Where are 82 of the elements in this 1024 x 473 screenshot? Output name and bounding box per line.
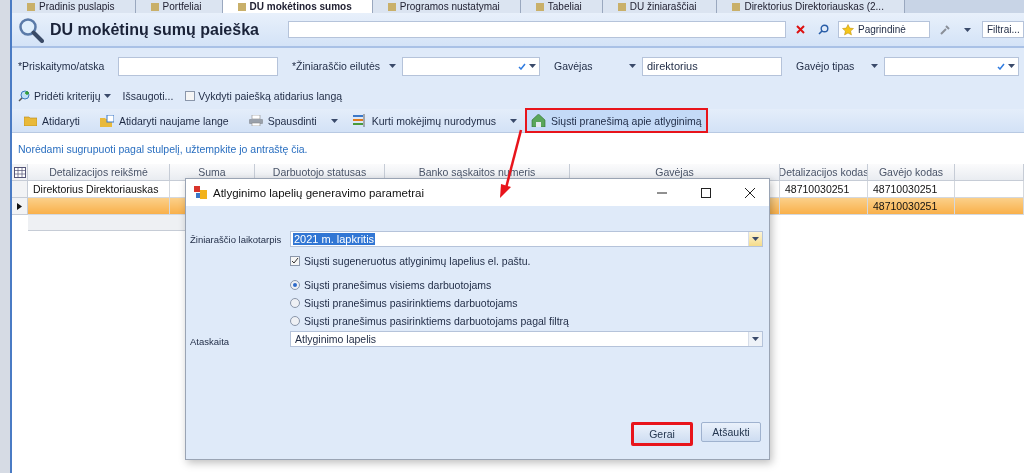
- dropdown-caret-icon[interactable]: [510, 118, 517, 123]
- minimize-icon: [657, 191, 667, 194]
- report-dropdown[interactable]: Atlyginimo lapelis: [290, 330, 763, 347]
- close-icon: [796, 25, 805, 34]
- input-field[interactable]: [118, 56, 278, 76]
- close-icon: [745, 187, 755, 198]
- email-checkbox[interactable]: Siųsti sugeneruotus atlyginimų lapelius el. paštu.: [290, 252, 763, 270]
- criterion-label[interactable]: Gavėjas: [554, 60, 642, 72]
- star-icon: [842, 23, 854, 36]
- table-cell: 48710030251: [868, 198, 955, 215]
- folder-window-icon: [99, 114, 114, 127]
- document-tab[interactable]: Tabeliai: [520, 0, 603, 13]
- caret-icon: [871, 64, 878, 68]
- payment-list-icon: [351, 114, 367, 127]
- column-header[interactable]: Detalizacijos reikšmė: [28, 164, 170, 181]
- caret-icon: [752, 336, 759, 341]
- filter-field[interactable]: Filtrai...: [982, 21, 1024, 38]
- search-field[interactable]: [288, 21, 786, 38]
- recipient-radio[interactable]: Siųsti pranešimus pasirinktiems darbuotojams: [290, 294, 518, 312]
- criterion-label[interactable]: *Priskaitymo/atska: [18, 60, 118, 72]
- add-criterion-button[interactable]: Pridėti kriterijų: [18, 90, 111, 102]
- app-icon: [194, 186, 207, 199]
- search-icon: [18, 16, 44, 43]
- criterion-label[interactable]: Gavėjo tipas: [796, 60, 884, 72]
- combo-field[interactable]: [402, 56, 540, 76]
- search-icon: [818, 24, 829, 35]
- house-icon: [531, 114, 546, 127]
- caret-icon: [964, 27, 971, 32]
- caret-icon: [103, 94, 111, 98]
- period-dropdown[interactable]: 2021 m. lapkritis: [290, 231, 763, 247]
- document-icon: [616, 2, 627, 11]
- toolbar-button[interactable]: Atidaryti naujame lange: [93, 110, 235, 131]
- table-cell: [955, 198, 1024, 215]
- column-header[interactable]: Gavėjo kodas: [868, 164, 955, 181]
- checkmark-icon: [518, 62, 526, 70]
- dialog-button[interactable]: Gerai: [631, 422, 693, 446]
- run-on-open-checkbox[interactable]: Vykdyti paiešką atidarius langą: [185, 90, 343, 102]
- toolbar-button[interactable]: Siųsti pranešimą apie atlyginimą: [525, 108, 708, 133]
- checkmark-icon: [997, 62, 1005, 70]
- field-label: Žiniaraščio laikotarpis: [190, 233, 283, 245]
- dialog-title: Atlyginimo lapelių generavimo parametrai: [213, 186, 425, 199]
- document-icon: [149, 2, 160, 11]
- checkmark-icon: [291, 257, 299, 265]
- toolbar-button[interactable]: Kurti mokėjimų nurodymus: [345, 110, 502, 131]
- recipient-radio[interactable]: Siųsti pranešimus pasirinktiems darbuotojams pagal filtrą: [290, 312, 569, 330]
- document-tab[interactable]: Pradinis puslapis: [12, 0, 136, 13]
- document-icon: [236, 2, 247, 11]
- favorites-dropdown[interactable]: Pagrindinė: [838, 21, 930, 38]
- toolbar-button[interactable]: Atidaryti: [18, 110, 86, 131]
- criterion-label[interactable]: *Žiniaraščio eilutės: [292, 60, 402, 72]
- row-pointer-icon: [17, 202, 22, 210]
- save-button[interactable]: Išsaugoti...: [122, 90, 174, 102]
- toolbar-button[interactable]: Spausdinti: [242, 110, 323, 131]
- combo-field[interactable]: [884, 56, 1019, 76]
- document-icon: [386, 2, 397, 11]
- column-header[interactable]: [955, 164, 1024, 181]
- input-field[interactable]: direktorius: [642, 56, 782, 76]
- wrench-icon: [939, 24, 950, 35]
- maximize-icon: [701, 187, 711, 198]
- dialog-button[interactable]: Atšaukti: [701, 422, 761, 442]
- row-header[interactable]: [12, 198, 28, 215]
- dropdown-caret-icon[interactable]: [330, 118, 338, 123]
- folder-icon: [24, 115, 37, 126]
- magnifier-plus-icon: [18, 90, 31, 102]
- document-icon: [26, 2, 36, 11]
- caret-icon: [389, 64, 396, 68]
- page-title: DU mokėtinų sumų paieška: [50, 20, 260, 39]
- caret-icon: [752, 237, 759, 241]
- document-icon: [534, 2, 545, 11]
- document-tab[interactable]: Direktorius Direktoriauskas (2...: [717, 0, 905, 13]
- caret-icon: [529, 64, 536, 68]
- field-label: Ataskaita: [190, 335, 231, 347]
- printer-icon: [248, 115, 263, 126]
- caret-icon: [1008, 64, 1015, 68]
- caret-icon: [629, 64, 636, 68]
- document-tab[interactable]: Programos nustatymai: [372, 0, 521, 13]
- document-tab[interactable]: Portfeliai: [135, 0, 223, 13]
- document-icon: [731, 2, 742, 11]
- document-tab[interactable]: DU mokėtinos sumos: [222, 0, 373, 13]
- recipient-radio[interactable]: Siųsti pranešimus visiems darbuotojams: [290, 276, 492, 294]
- document-tab[interactable]: DU žiniaraščiai: [602, 0, 718, 13]
- group-hint: Norėdami sugrupuoti pagal stulpelį, užtempkite jo antraštę čia.: [17, 142, 309, 157]
